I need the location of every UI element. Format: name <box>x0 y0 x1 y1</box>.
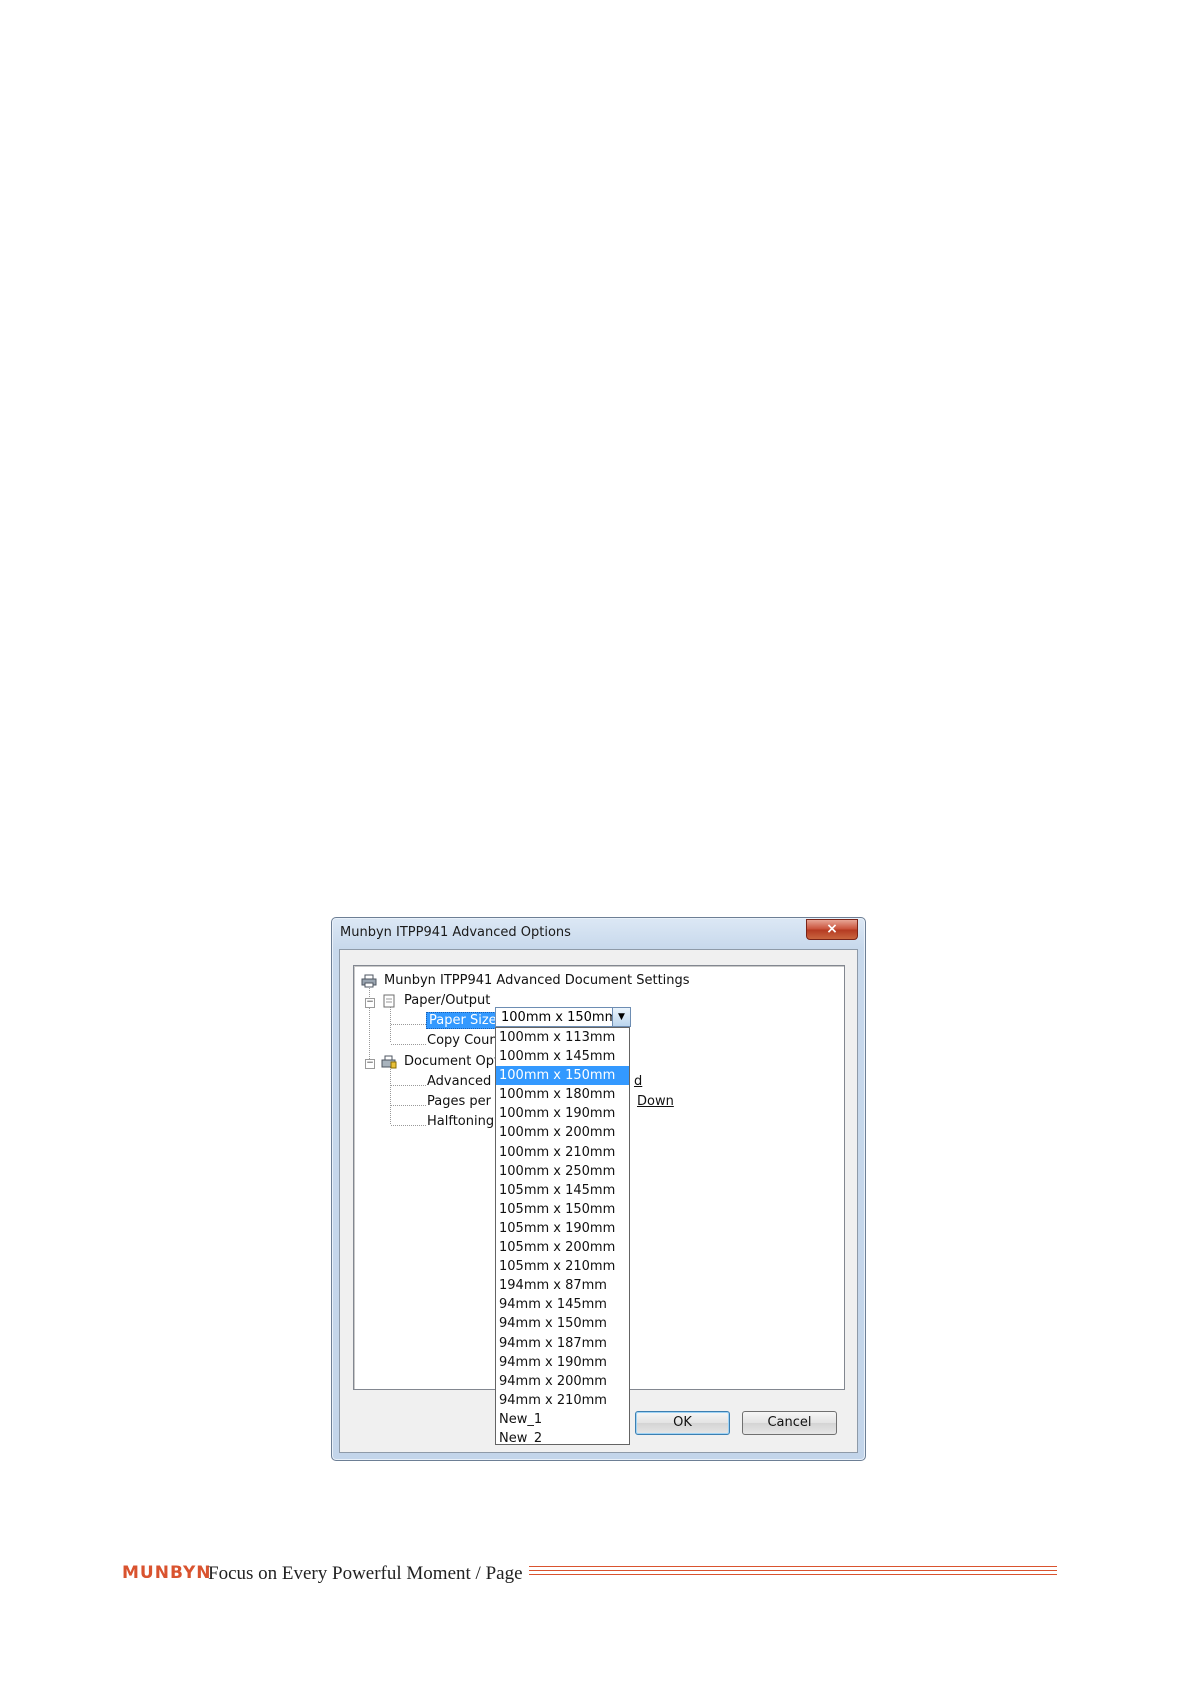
close-button[interactable]: × <box>806 919 858 940</box>
tree-connector <box>391 1044 426 1045</box>
paper-size-option[interactable]: 94mm x 150mm <box>496 1314 629 1333</box>
tree-item-paper-output[interactable]: Paper/Output <box>404 992 490 1010</box>
ok-button[interactable]: OK <box>635 1411 730 1435</box>
tree-connector <box>390 1004 391 1042</box>
tree-root-label: Munbyn ITPP941 Advanced Document Setting… <box>384 973 690 988</box>
advanced-value-link[interactable]: d <box>634 1073 642 1091</box>
paper-size-option[interactable]: 105mm x 210mm <box>496 1257 629 1276</box>
chevron-down-icon[interactable]: ▼ <box>612 1008 630 1026</box>
paper-size-row[interactable]: Paper Size: <box>426 1012 505 1030</box>
paper-size-option[interactable]: 94mm x 187mm <box>496 1334 629 1353</box>
paper-size-option[interactable]: 105mm x 200mm <box>496 1238 629 1257</box>
paper-size-dropdown-list[interactable]: 100mm x 113mm 100mm x 145mm 100mm x 150mm 1… <box>495 1027 630 1445</box>
paper-size-option[interactable]: 100mm x 113mm <box>496 1028 629 1047</box>
dialog-title: Munbyn ITPP941 Advanced Options <box>340 925 571 940</box>
tree-item-halftoning[interactable]: Halftoning: <box>427 1113 498 1131</box>
tree-connector <box>391 1125 426 1126</box>
paper-size-option[interactable]: 100mm x 210mm <box>496 1143 629 1162</box>
tree-connector <box>391 1105 426 1106</box>
paper-size-select[interactable]: 100mm x 150mm ▼ <box>495 1007 631 1027</box>
paper-size-selected-value: 100mm x 150mm <box>501 1010 618 1025</box>
paper-size-option[interactable]: 94mm x 145mm <box>496 1295 629 1314</box>
paper-size-label: Paper Size: <box>426 1012 505 1029</box>
paper-size-option[interactable]: 105mm x 145mm <box>496 1181 629 1200</box>
tree-connector <box>391 1085 426 1086</box>
paper-size-option[interactable]: 100mm x 250mm <box>496 1162 629 1181</box>
paper-output-icon <box>383 994 395 1008</box>
paper-size-option[interactable]: 105mm x 150mm <box>496 1200 629 1219</box>
paper-size-option[interactable]: 94mm x 210mm <box>496 1391 629 1410</box>
paper-size-option[interactable]: New_1 <box>496 1410 629 1429</box>
collapse-toggle-paper-output[interactable]: − <box>365 998 375 1008</box>
tree-connector <box>369 983 370 1065</box>
pages-per-sheet-value-link[interactable]: Down <box>637 1093 674 1111</box>
paper-size-option[interactable]: 100mm x 145mm <box>496 1047 629 1066</box>
tree-item-advanced[interactable]: Advanced P <box>427 1073 503 1091</box>
tree-connector <box>390 1064 391 1124</box>
document-options-icon <box>381 1055 397 1069</box>
collapse-toggle-document-options[interactable]: − <box>365 1059 375 1069</box>
footer-tagline: Focus on Every Powerful Moment / Page <box>208 1563 523 1584</box>
paper-size-option[interactable]: 100mm x 200mm <box>496 1123 629 1142</box>
paper-size-option[interactable]: 100mm x 180mm <box>496 1085 629 1104</box>
paper-size-option[interactable]: 194mm x 87mm <box>496 1276 629 1295</box>
munbyn-logo: MUNBYN <box>122 1563 212 1583</box>
printer-icon <box>361 974 377 988</box>
tree-item-document-options[interactable]: Document Opti <box>404 1053 503 1071</box>
tree-item-copy-count[interactable]: Copy Count <box>427 1032 503 1050</box>
paper-size-option[interactable]: 105mm x 190mm <box>496 1219 629 1238</box>
paper-size-option[interactable]: 94mm x 200mm <box>496 1372 629 1391</box>
cancel-button[interactable]: Cancel <box>742 1411 837 1435</box>
title-bar[interactable]: Munbyn ITPP941 Advanced Options × <box>332 918 865 948</box>
paper-size-option[interactable]: New_2 <box>496 1429 629 1444</box>
paper-size-option[interactable]: 100mm x 190mm <box>496 1104 629 1123</box>
tree-connector <box>391 1024 426 1025</box>
paper-size-option[interactable]: 100mm x 150mm <box>496 1066 629 1086</box>
paper-size-option[interactable]: 94mm x 190mm <box>496 1353 629 1372</box>
footer-rule-lines <box>529 1566 1057 1578</box>
